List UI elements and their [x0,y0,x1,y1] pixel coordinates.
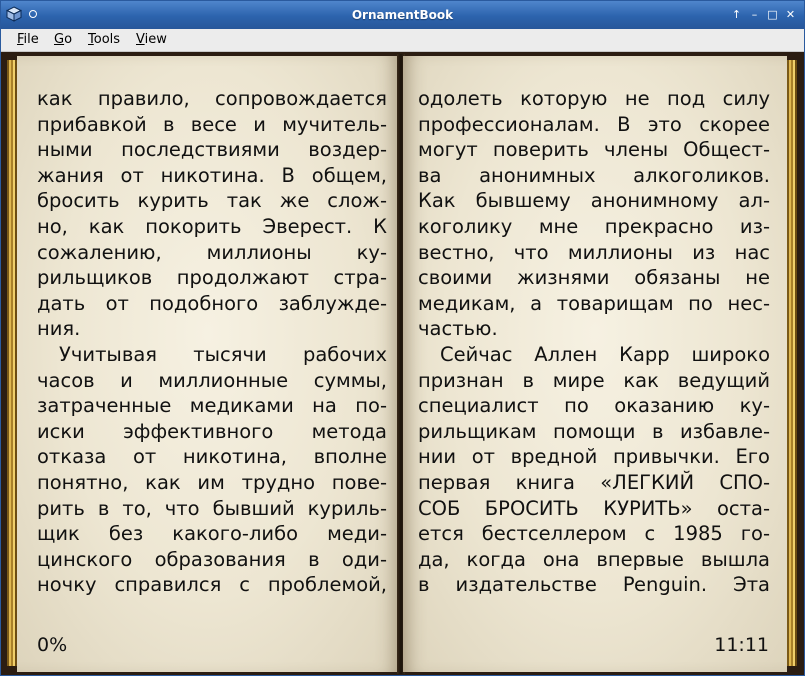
text-line: одолеть которую не под силу [418,87,770,110]
text-line: рильщикам помощи в избавле- [418,419,770,443]
text-line: могут поверить члены Общест- [418,138,770,162]
title-bar[interactable]: OrnamentBook ↑ – □ ✕ [1,1,804,29]
text-line: нии от вредной привычки. Его [418,445,770,469]
text-line: специалист по оказанию ку- [418,394,770,418]
book-cover-edge-left [7,60,17,666]
text-line: профессионалам. В это скорее [418,112,770,136]
text-line: ночку справился с проблемой, [37,573,387,597]
maximize-icon[interactable]: □ [765,7,780,22]
minimize-icon[interactable]: – [747,7,762,22]
book-cover-edge-right [787,60,797,666]
text-line: бросить курить так же слож- [37,189,387,213]
text-line: рильщиков продолжают стра- [37,266,387,290]
text-line: прибавкой в весе и мучитель- [37,112,387,136]
text-line: затраченные медиками на по- [37,394,387,418]
window-title: OrnamentBook [351,8,454,22]
right-page[interactable]: одолеть которую не под силу профессионала… [403,56,787,672]
menu-tools[interactable]: Tools [86,29,122,51]
text-line: коголику мне прекрасно из- [418,214,770,238]
menu-file-label: ile [23,32,39,47]
left-page[interactable]: как правило, сопровождается прибавкой в в… [17,56,400,672]
menu-go[interactable]: Go [52,29,74,51]
menu-view-label: iew [144,32,167,47]
text-line: рить в то, что бывший куриль- [37,496,387,520]
text-line: сожалению, миллионы ку- [37,240,387,264]
text-line: вестно, что миллионы из нас [418,240,770,264]
text-line: ными последствиями воздер- [37,138,387,162]
left-page-text: как правило, сопровождается прибавкой в в… [37,86,387,598]
text-line: но, как покорить Эверест. К [37,214,387,238]
text-line: Как бывшему анонимному ал- [418,189,770,213]
text-line: ния. [37,317,81,341]
book-view[interactable]: как правило, сопровождается прибавкой в в… [1,52,804,675]
text-line: ется бестселлером с 1985 го- [418,522,770,546]
text-line: как правило, сопровождается [37,87,387,110]
text-line: жания от никотина. В общем, [37,163,387,187]
text-line: частью. [418,317,498,341]
text-line: щик без какого-либо меди- [37,522,387,546]
text-line: отказа от никотина, вполне [37,445,387,469]
text-line: медикам, а товарищам по нес- [418,291,770,315]
text-line: ва анонимных алкоголиков. [418,163,770,187]
text-line: Учитывая тысячи рабочих [59,342,387,366]
menu-go-mnemonic: G [54,32,65,47]
text-line: в издательстве Penguin. Эта [418,573,770,597]
text-line: признан в мире как ведущий [418,368,770,392]
text-line: цинского образования в оди- [37,547,387,571]
text-line: да, когда она впервые вышла [418,547,770,571]
shade-up-icon[interactable]: ↑ [729,7,744,22]
text-line: часов и миллионные суммы, [37,368,387,392]
text-line: своими жизнями обязаны не [418,266,770,290]
menu-tools-label: ools [93,32,121,47]
menu-file[interactable]: File [15,29,41,51]
text-line: СОБ БРОСИТЬ КУРИТЬ» оста- [418,496,770,520]
menu-go-label: o [64,32,73,47]
app-window: OrnamentBook ↑ – □ ✕ File Go Tools View … [0,0,805,676]
text-line: Сейчас Аллен Карр широко [440,342,770,366]
menu-view-mnemonic: V [136,32,145,47]
text-line: иски эффективного метода [37,419,387,443]
text-line: понятно, как им трудно пове- [37,470,387,494]
clock: 11:11 [714,634,769,656]
text-line: дать от подобного заблужде- [37,291,387,315]
close-icon[interactable]: ✕ [783,7,798,22]
menu-bar: File Go Tools View [1,29,804,52]
text-line: первая книга «ЛЕГКИЙ СПО- [418,470,770,494]
reading-progress: 0% [37,634,68,656]
menu-view[interactable]: View [134,29,169,51]
right-page-text: одолеть которую не под силу профессионала… [418,86,770,598]
